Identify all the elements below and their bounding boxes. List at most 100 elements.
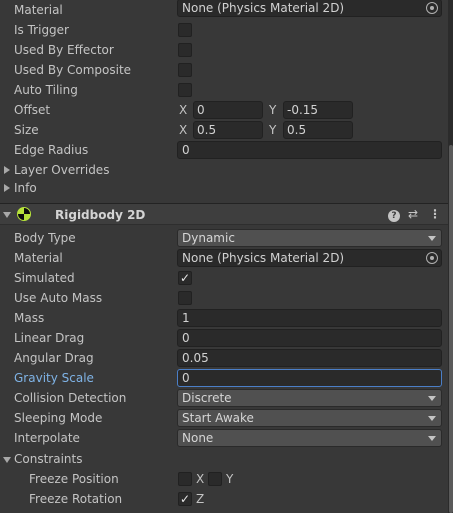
foldout-arrow-icon[interactable]	[4, 184, 10, 192]
freeze-position-x-checkbox[interactable]	[178, 472, 192, 486]
layer-overrides-row[interactable]: Layer Overrides	[0, 160, 448, 180]
offset-y-field[interactable]: -0.15	[283, 101, 353, 119]
freeze-position-y-checkbox[interactable]	[208, 472, 222, 486]
collision-detection-row: Collision Detection Discrete	[0, 388, 448, 408]
rb-material-label: Material	[14, 251, 63, 265]
body-type-value: Dynamic	[182, 231, 235, 245]
is-trigger-label: Is Trigger	[14, 23, 69, 37]
freeze-position-y-label: Y	[226, 472, 234, 486]
offset-label: Offset	[14, 103, 51, 117]
dropdown-arrow-icon	[428, 396, 436, 401]
angular-drag-label: Angular Drag	[14, 351, 94, 365]
angular-drag-field[interactable]: 0.05	[177, 349, 442, 367]
collider-material-field[interactable]: None (Physics Material 2D)	[177, 0, 442, 17]
linear-drag-label: Linear Drag	[14, 331, 85, 345]
dropdown-arrow-icon	[428, 416, 436, 421]
foldout-arrow-icon[interactable]	[3, 212, 11, 218]
mass-label: Mass	[14, 311, 45, 325]
offset-x-axis-label: X	[179, 103, 188, 117]
constraints-row[interactable]: Constraints	[0, 449, 448, 469]
simulated-label: Simulated	[14, 271, 75, 285]
freeze-position-label: Freeze Position	[29, 472, 119, 486]
help-icon[interactable]: ?	[387, 207, 401, 222]
rb-material-field[interactable]: None (Physics Material 2D)	[177, 249, 442, 267]
gravity-scale-row: Gravity Scale 0	[0, 368, 448, 388]
checkmark-icon: ✓	[179, 271, 191, 285]
presets-icon[interactable]: ⇄	[406, 207, 420, 221]
body-type-label: Body Type	[14, 231, 76, 245]
mass-row: Mass 1	[0, 308, 448, 328]
used-by-effector-checkbox[interactable]	[178, 43, 192, 57]
freeze-rotation-z-label: Z	[196, 492, 205, 506]
used-by-composite-checkbox[interactable]	[178, 63, 192, 77]
auto-tiling-checkbox[interactable]	[178, 83, 192, 97]
is-trigger-row: Is Trigger	[0, 20, 448, 40]
use-auto-mass-row: Use Auto Mass	[0, 288, 448, 308]
foldout-arrow-icon[interactable]	[3, 457, 11, 463]
interpolate-dropdown[interactable]: None	[177, 429, 442, 447]
info-label[interactable]: Info	[14, 180, 37, 196]
edge-radius-row: Edge Radius 0	[0, 140, 448, 160]
linear-drag-field[interactable]: 0	[177, 329, 442, 347]
edge-radius-label: Edge Radius	[14, 143, 89, 157]
auto-tiling-label: Auto Tiling	[14, 83, 78, 97]
checkmark-icon: ✓	[179, 492, 191, 506]
size-y-axis-label: Y	[269, 123, 277, 137]
collider-material-label: Material	[14, 3, 63, 17]
collider-material-row: Material None (Physics Material 2D)	[0, 0, 448, 20]
dropdown-arrow-icon	[428, 436, 436, 441]
layer-overrides-label[interactable]: Layer Overrides	[14, 162, 109, 178]
offset-row: Offset X 0 Y -0.15	[0, 100, 448, 120]
freeze-position-x-label: X	[196, 472, 205, 486]
used-by-effector-label: Used By Effector	[14, 43, 114, 57]
is-trigger-checkbox[interactable]	[178, 23, 192, 37]
rb-material-value: None (Physics Material 2D)	[182, 251, 345, 265]
size-x-axis-label: X	[179, 123, 188, 137]
used-by-composite-row: Used By Composite	[0, 60, 448, 80]
body-type-dropdown[interactable]: Dynamic	[177, 229, 442, 247]
simulated-row: Simulated ✓	[0, 268, 448, 288]
scrollbar-thumb[interactable]	[449, 145, 453, 513]
size-y-field[interactable]: 0.5	[283, 121, 353, 139]
foldout-arrow-icon[interactable]	[4, 166, 10, 174]
dropdown-arrow-icon	[428, 236, 436, 241]
freeze-position-row: Freeze Position X Y	[0, 469, 448, 489]
size-x-field[interactable]: 0.5	[193, 121, 263, 139]
rb-material-row: Material None (Physics Material 2D)	[0, 248, 448, 268]
offset-y-axis-label: Y	[269, 103, 277, 117]
collider-material-value: None (Physics Material 2D)	[182, 1, 345, 15]
collision-detection-value: Discrete	[182, 391, 232, 405]
use-auto-mass-label: Use Auto Mass	[14, 291, 103, 305]
body-type-row: Body Type Dynamic	[0, 228, 448, 248]
rigidbody2d-header[interactable]: Rigidbody 2D ? ⇄ ⋮	[0, 203, 448, 225]
interpolate-label: Interpolate	[14, 431, 80, 445]
rigidbody2d-icon	[17, 207, 31, 221]
object-picker-icon[interactable]	[426, 2, 438, 14]
collision-detection-label: Collision Detection	[14, 391, 127, 405]
freeze-rotation-z-checkbox[interactable]: ✓	[178, 492, 192, 506]
used-by-effector-row: Used By Effector	[0, 40, 448, 60]
object-picker-icon[interactable]	[426, 252, 438, 264]
size-label: Size	[14, 123, 39, 137]
freeze-rotation-label: Freeze Rotation	[29, 492, 123, 506]
info-row[interactable]: Info	[0, 178, 448, 198]
gravity-scale-field[interactable]: 0	[177, 369, 442, 387]
sleeping-mode-dropdown[interactable]: Start Awake	[177, 409, 442, 427]
mass-field[interactable]: 1	[177, 309, 442, 327]
gravity-scale-label: Gravity Scale	[14, 371, 94, 385]
kebab-menu-icon[interactable]: ⋮	[428, 207, 442, 221]
used-by-composite-label: Used By Composite	[14, 63, 132, 77]
constraints-label[interactable]: Constraints	[14, 451, 82, 467]
linear-drag-row: Linear Drag 0	[0, 328, 448, 348]
use-auto-mass-checkbox[interactable]	[178, 291, 192, 305]
interpolate-value: None	[182, 431, 214, 445]
collision-detection-dropdown[interactable]: Discrete	[177, 389, 442, 407]
component-title: Rigidbody 2D	[55, 208, 146, 222]
offset-x-field[interactable]: 0	[193, 101, 263, 119]
angular-drag-row: Angular Drag 0.05	[0, 348, 448, 368]
freeze-rotation-row: Freeze Rotation ✓ Z	[0, 489, 448, 509]
size-row: Size X 0.5 Y 0.5	[0, 120, 448, 140]
interpolate-row: Interpolate None	[0, 428, 448, 448]
simulated-checkbox[interactable]: ✓	[178, 271, 192, 285]
edge-radius-field[interactable]: 0	[177, 141, 442, 159]
